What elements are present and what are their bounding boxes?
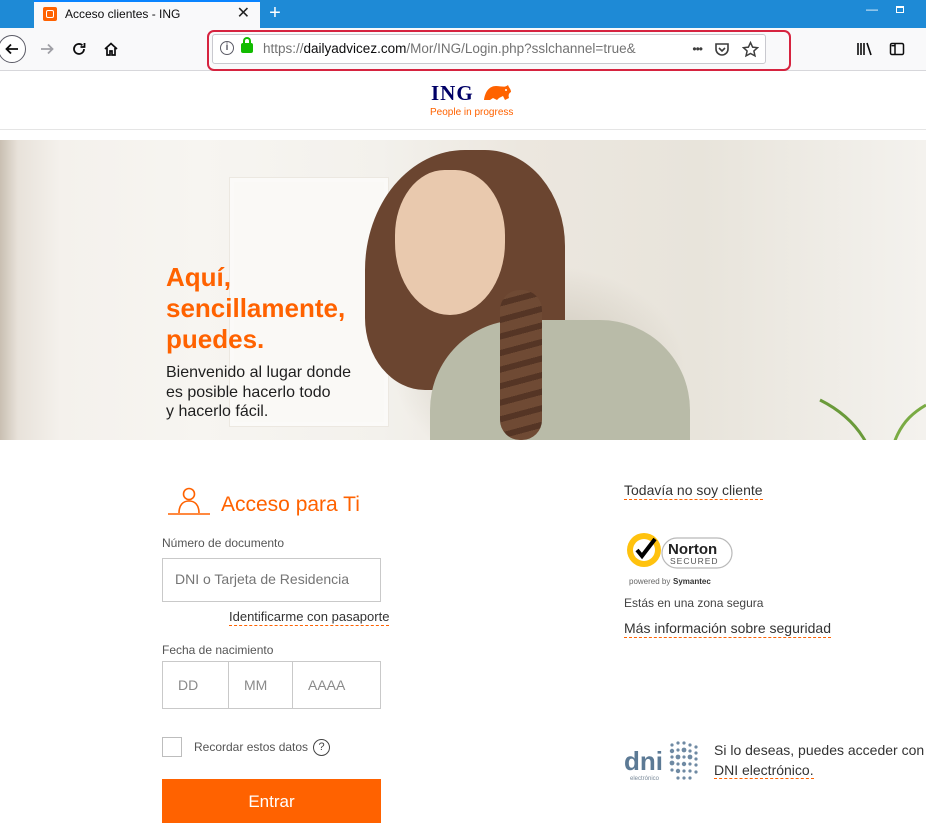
ing-tagline: People in progress: [430, 107, 514, 118]
dni-electronico-link[interactable]: DNI electrónico.: [714, 762, 814, 779]
url-actions: •••: [692, 39, 759, 59]
hero-title: Aquí, sencillamente, puedes.: [166, 262, 346, 354]
new-tab-button[interactable]: +: [264, 1, 286, 25]
birthdate-field: DD MM AAAA: [162, 661, 381, 709]
dni-electronico-logo: dni electrónico: [624, 741, 698, 782]
remember-checkbox[interactable]: [162, 737, 182, 757]
hero-banner: [0, 140, 926, 440]
forward-button[interactable]: [34, 36, 60, 62]
svg-text:dni: dni: [624, 746, 663, 776]
access-title: Acceso para Ti: [221, 493, 360, 516]
home-icon: [104, 42, 118, 56]
hero-plant-photo: [819, 398, 926, 440]
birthdate-day-input[interactable]: DD: [163, 662, 229, 708]
svg-text:Symantec: Symantec: [673, 577, 711, 586]
birthdate-year-input[interactable]: AAAA: [293, 662, 380, 708]
lock-icon[interactable]: [241, 37, 253, 53]
svg-text:SECURED: SECURED: [670, 556, 719, 566]
info-icon[interactable]: i: [220, 41, 234, 55]
birthdate-label: Fecha de nacimiento: [162, 643, 274, 657]
page-actions-icon[interactable]: •••: [692, 42, 703, 56]
reload-icon: [73, 43, 86, 55]
not-client-link[interactable]: Todavía no soy cliente: [624, 482, 763, 500]
hero-subtitle: Bienvenido al lugar donde es posible hac…: [166, 364, 352, 420]
home-button[interactable]: [98, 36, 124, 62]
security-info-link[interactable]: Más información sobre seguridad: [624, 620, 831, 638]
window-maximize-button[interactable]: [892, 2, 908, 16]
ing-favicon-icon: [43, 7, 57, 21]
ing-logo[interactable]: ING: [431, 81, 474, 106]
passport-link[interactable]: Identificarme con pasaporte: [229, 609, 390, 626]
tab-bar: Acceso clientes - ING ✕ + —: [0, 0, 926, 28]
sidebar-icon: [889, 42, 905, 56]
url-text[interactable]: https://dailyadvicez.com/Mor/ING/Login.p…: [263, 41, 663, 56]
help-icon[interactable]: ?: [313, 739, 330, 756]
document-label: Número de documento: [162, 536, 285, 550]
svg-text:powered by: powered by: [629, 577, 670, 586]
navigation-toolbar: i https://dailyadvicez.com/Mor/ING/Login…: [0, 28, 926, 71]
ing-lion-icon: [484, 85, 511, 100]
reload-button[interactable]: [66, 36, 92, 62]
back-button[interactable]: [0, 35, 26, 63]
hero-face-photo: [395, 170, 505, 315]
window-minimize-button[interactable]: —: [864, 2, 880, 16]
document-number-input[interactable]: DNI o Tarjeta de Residencia: [162, 558, 381, 602]
arrow-left-icon: [5, 43, 18, 55]
hero-body-photo: [430, 320, 690, 440]
dni-access-text: Si lo deseas, puedes acceder con DNI ele…: [714, 742, 925, 779]
arrow-right-icon: [41, 43, 54, 55]
sidebar-button[interactable]: [884, 36, 910, 62]
svg-text:electrónico: electrónico: [630, 776, 660, 782]
secure-zone-text: Estás en una zona segura: [624, 596, 764, 610]
tab-close-icon[interactable]: ✕: [237, 5, 250, 23]
norton-secured-logo[interactable]: Norton SECURED powered by Symantec: [624, 528, 736, 588]
hero-braid-photo: [500, 290, 542, 440]
enter-button[interactable]: Entrar: [162, 779, 381, 823]
pocket-icon[interactable]: [714, 41, 730, 57]
user-icon: [168, 487, 210, 515]
birthdate-month-input[interactable]: MM: [229, 662, 293, 708]
library-button[interactable]: [852, 36, 878, 62]
url-bar[interactable]: i https://dailyadvicez.com/Mor/ING/Login…: [212, 34, 766, 64]
library-icon: [857, 42, 872, 56]
tab-title: Acceso clientes - ING: [65, 7, 181, 21]
star-icon[interactable]: [742, 40, 759, 58]
browser-tab-active[interactable]: Acceso clientes - ING ✕: [34, 0, 260, 28]
remember-label: Recordar estos datos: [194, 740, 309, 754]
